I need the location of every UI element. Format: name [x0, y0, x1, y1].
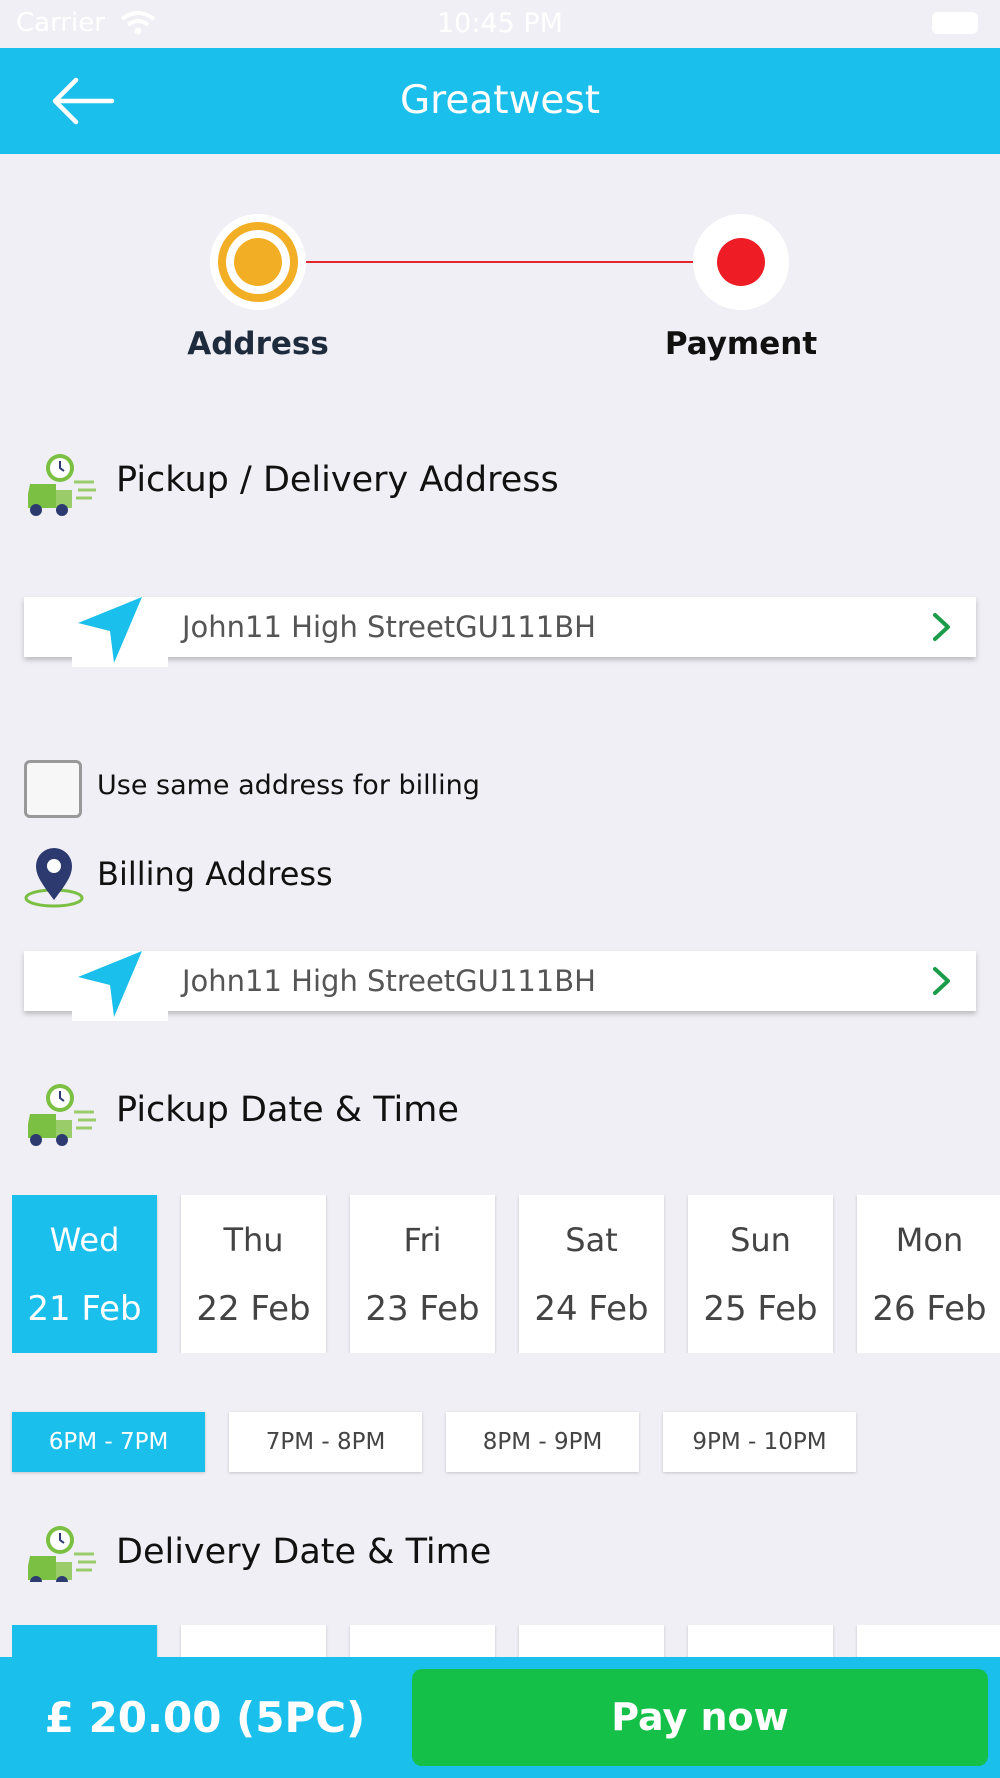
- back-arrow-icon[interactable]: [50, 76, 116, 126]
- delivery-datetime-title: Delivery Date & Time: [116, 1532, 492, 1572]
- delivery-truck-icon: [28, 1526, 96, 1582]
- location-arrow-icon: [72, 597, 168, 667]
- same-billing-label[interactable]: Use same address for billing: [97, 770, 480, 801]
- delivery-truck-icon-wrap: [22, 1518, 98, 1582]
- step-address-indicator[interactable]: [210, 214, 306, 310]
- battery-icon: [932, 12, 978, 34]
- pay-now-button[interactable]: Pay now: [412, 1669, 988, 1766]
- date-tile[interactable]: Thu 22 Feb: [181, 1195, 326, 1353]
- step-payment-indicator[interactable]: [693, 214, 789, 310]
- billing-address-title: Billing Address: [97, 855, 333, 893]
- date-tile[interactable]: Mon 26 Feb: [857, 1195, 1000, 1353]
- checkout-bar: £ 20.00 (5PC) Pay now: [0, 1657, 1000, 1778]
- pickup-datetime-title: Pickup Date & Time: [116, 1090, 459, 1130]
- pickup-address-selector[interactable]: John11 High StreetGU111BH: [24, 597, 976, 667]
- stepper-connector: [300, 261, 740, 263]
- chevron-right-icon: [933, 613, 950, 641]
- time-slot[interactable]: 6PM - 7PM: [12, 1412, 205, 1472]
- date-tile[interactable]: Wed 21 Feb: [12, 1195, 157, 1353]
- chevron-right-icon: [933, 967, 950, 995]
- same-billing-checkbox[interactable]: [24, 760, 82, 818]
- time-slot[interactable]: 9PM - 10PM: [663, 1412, 856, 1472]
- step-address-label: Address: [187, 326, 329, 362]
- date-tile[interactable]: Fri 23 Feb: [350, 1195, 495, 1353]
- map-pin-icon: [24, 848, 84, 908]
- pickup-time-row: 6PM - 7PM 7PM - 8PM 8PM - 9PM 9PM - 10PM: [12, 1412, 1000, 1472]
- delivery-truck-icon: [28, 454, 96, 516]
- step-payment-label: Payment: [664, 326, 818, 362]
- status-bar: Carrier 10:45 PM: [0, 0, 1000, 48]
- total-price: £ 20.00 (5PC): [44, 1693, 366, 1742]
- date-tile[interactable]: Sun 25 Feb: [688, 1195, 833, 1353]
- date-tile[interactable]: Sat 24 Feb: [519, 1195, 664, 1353]
- time-slot[interactable]: 8PM - 9PM: [446, 1412, 639, 1472]
- billing-address-selector[interactable]: John11 High StreetGU111BH: [24, 951, 976, 1021]
- location-arrow-icon: [72, 951, 168, 1021]
- delivery-truck-icon: [28, 1084, 96, 1146]
- pickup-date-row: Wed 21 Feb Thu 22 Feb Fri 23 Feb Sat 24 …: [12, 1195, 1000, 1353]
- time-slot[interactable]: 7PM - 8PM: [229, 1412, 422, 1472]
- nav-bar: Greatwest: [0, 48, 1000, 154]
- page-title: Greatwest: [399, 78, 601, 123]
- billing-address-text: John11 High StreetGU111BH: [182, 964, 596, 998]
- pickup-address-title: Pickup / Delivery Address: [116, 460, 559, 500]
- pickup-address-text: John11 High StreetGU111BH: [182, 610, 596, 644]
- status-time: 10:45 PM: [437, 8, 563, 39]
